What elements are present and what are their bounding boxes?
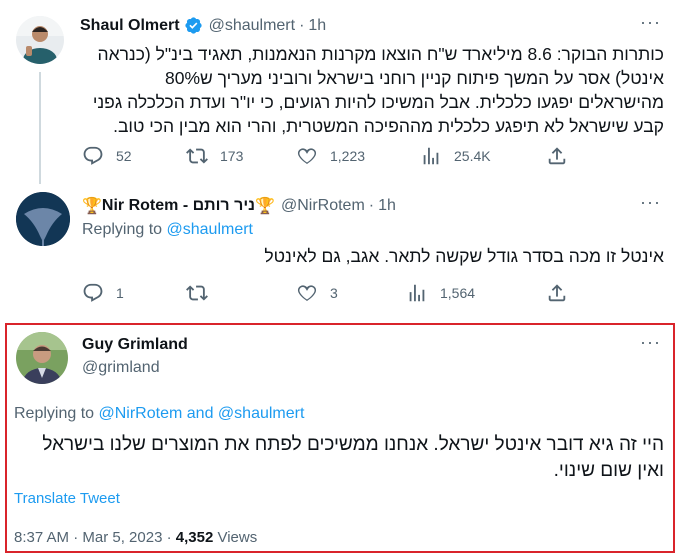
tweet-timestamp[interactable]: 8:37 AM · Mar 5, 2023 · — [14, 529, 176, 546]
like-button[interactable]: 1,223 — [296, 145, 365, 167]
tweet-meta: 8:37 AM · Mar 5, 2023 · 4,352 Views — [14, 529, 257, 546]
like-button[interactable]: 3 — [296, 282, 338, 304]
share-icon — [548, 147, 566, 165]
views-icon — [409, 284, 425, 302]
avatar-guy-grimland[interactable] — [16, 332, 68, 384]
tweet-time[interactable]: 1h — [308, 17, 326, 35]
reply-icon — [83, 283, 103, 302]
avatar-shaul-olmert[interactable] — [16, 16, 64, 64]
like-count: 3 — [330, 285, 338, 301]
trophy-icon: 🏆 — [82, 198, 102, 215]
replying-to: Replying to @NirRotem and @shaulmert — [14, 405, 304, 423]
tweet-2-header: 🏆 Nir Rotem - ניר רותם 🏆 @NirRotem · 1h — [82, 196, 396, 216]
retweet-button[interactable] — [186, 282, 220, 304]
author-handle[interactable]: @NirRotem — [281, 197, 365, 215]
author-handle[interactable]: @grimland — [82, 359, 160, 377]
mention-link[interactable]: @shaulmert — [167, 221, 254, 238]
views-button[interactable]: 1,564 — [406, 282, 475, 304]
reply-count: 1 — [116, 285, 124, 301]
retweet-count: 173 — [220, 148, 244, 164]
tweet-2-text: אינטל זו מכה בסדר גודל שקשה לתאר. אגב, ג… — [264, 246, 664, 266]
author-handle[interactable]: @shaulmert — [209, 17, 296, 35]
like-icon — [297, 148, 317, 164]
reply-button[interactable]: 1 — [82, 282, 124, 304]
author-name[interactable]: Nir Rotem - ניר רותם — [102, 197, 255, 215]
separator-dot: · — [368, 197, 375, 214]
views-button[interactable]: 25.4K — [420, 145, 491, 167]
replying-prefix: Replying to — [14, 405, 95, 422]
tweet-1-text: כותרות הבוקר: 8.6 מיליארד ש"ח הוצאו מקרנ… — [92, 44, 664, 136]
like-count: 1,223 — [330, 148, 366, 164]
views-icon — [423, 147, 439, 165]
replying-and: and — [186, 405, 214, 422]
views-label: Views — [217, 529, 258, 546]
tweet-3-header: Guy Grimland — [82, 336, 188, 354]
separator-dot: · — [299, 16, 305, 34]
author-name[interactable]: Shaul Olmert — [80, 17, 180, 35]
share-button[interactable] — [546, 282, 580, 304]
replying-to: Replying to @shaulmert — [82, 221, 253, 239]
tweet-time[interactable]: 1h — [378, 197, 396, 215]
thread-line — [39, 72, 41, 184]
reply-icon — [83, 146, 103, 165]
mention-link[interactable]: @shaulmert — [218, 405, 305, 422]
retweet-button[interactable]: 173 — [186, 145, 243, 167]
avatar-nir-rotem[interactable] — [16, 192, 70, 246]
mention-link[interactable]: @NirRotem — [99, 405, 183, 422]
replying-prefix: Replying to — [82, 221, 163, 238]
tweet-3-text: היי זה גיא דובר אינטל ישראל. אנחנו ממשיכ… — [42, 434, 664, 481]
views-count: 1,564 — [440, 285, 476, 301]
more-icon[interactable]: ··· — [640, 192, 661, 213]
like-icon — [297, 285, 317, 301]
author-name[interactable]: Guy Grimland — [82, 336, 188, 354]
views-count: 4,352 — [175, 529, 214, 546]
share-button[interactable] — [546, 145, 580, 167]
more-icon[interactable]: ··· — [640, 332, 661, 353]
more-icon[interactable]: ··· — [640, 12, 661, 33]
reply-count: 52 — [116, 148, 132, 164]
share-icon — [548, 284, 566, 302]
translate-tweet-link[interactable]: Translate Tweet — [14, 490, 120, 507]
reply-button[interactable]: 52 — [82, 145, 132, 167]
tweet-1-header: Shaul Olmert @shaulmert · 1h — [80, 16, 326, 35]
retweet-icon — [186, 285, 208, 301]
verified-icon — [184, 16, 203, 35]
views-count: 25.4K — [454, 148, 491, 164]
tweet-3-handle-row: @grimland — [82, 359, 160, 377]
retweet-icon — [186, 148, 208, 164]
trophy-icon: 🏆 — [255, 198, 275, 215]
